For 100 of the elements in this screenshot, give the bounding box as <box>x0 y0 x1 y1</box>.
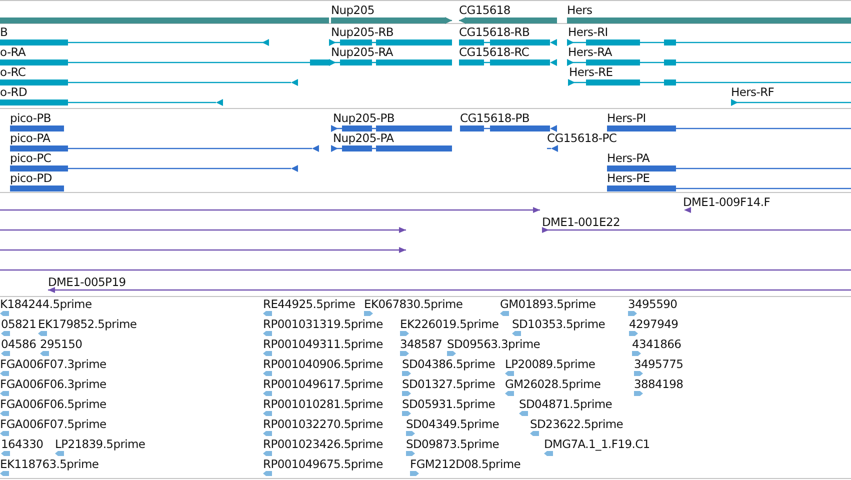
read-label: 164330 <box>1 438 44 451</box>
feature-label: Hers-RF <box>731 86 774 99</box>
protein-glyph[interactable] <box>607 125 851 132</box>
read-glyph[interactable] <box>519 411 528 416</box>
read-glyph[interactable] <box>263 371 272 376</box>
read-glyph[interactable] <box>402 411 411 416</box>
alignment-glyph[interactable] <box>0 247 406 253</box>
read-glyph[interactable] <box>263 311 272 316</box>
read-glyph[interactable] <box>410 471 419 476</box>
protein-glyph[interactable] <box>10 185 64 192</box>
read-glyph[interactable] <box>0 391 9 396</box>
read-glyph[interactable] <box>400 351 409 356</box>
feature-label: Nup205-RB <box>331 26 394 39</box>
read-glyph[interactable] <box>0 471 9 476</box>
read-glyph[interactable] <box>263 331 272 336</box>
read-glyph[interactable] <box>263 431 272 436</box>
protein-glyph[interactable] <box>547 145 558 152</box>
protein-glyph[interactable] <box>10 125 64 132</box>
alignment-glyph[interactable] <box>542 227 851 233</box>
alignment-glyph[interactable] <box>48 287 851 293</box>
transcript-glyph[interactable] <box>459 59 557 66</box>
protein-glyph[interactable] <box>10 165 298 172</box>
read-glyph[interactable] <box>263 451 272 456</box>
read-glyph[interactable] <box>544 451 553 456</box>
transcript-glyph[interactable] <box>567 39 851 46</box>
feature-label: Nup205-RA <box>331 46 393 59</box>
read-glyph[interactable] <box>530 431 539 436</box>
transcript-glyph[interactable] <box>567 59 851 66</box>
read-glyph[interactable] <box>38 331 47 336</box>
protein-glyph[interactable] <box>10 145 319 152</box>
read-label: RP001049617.5prime <box>263 378 383 391</box>
read-label: FGA006F07.5prime <box>0 418 106 431</box>
read-glyph[interactable] <box>263 471 272 476</box>
read-label: EK226019.5prime <box>400 318 499 331</box>
read-label: 04586 <box>1 338 36 351</box>
transcript-glyph[interactable] <box>568 79 851 86</box>
read-glyph[interactable] <box>500 311 509 316</box>
read-glyph[interactable] <box>402 391 411 396</box>
feature-label: CG15618-PC <box>547 132 617 145</box>
read-glyph[interactable] <box>512 331 521 336</box>
read-label: EK067830.5prime <box>364 298 463 311</box>
read-label: 3884198 <box>634 378 684 391</box>
gene-bar[interactable] <box>567 17 851 24</box>
read-glyph[interactable] <box>1 451 10 456</box>
read-glyph[interactable] <box>634 371 643 376</box>
read-glyph[interactable] <box>402 371 411 376</box>
feature-label: o-RA <box>0 46 26 59</box>
feature-label: pico-PD <box>10 172 52 185</box>
alignment-glyph[interactable] <box>0 227 406 233</box>
read-glyph[interactable] <box>447 351 456 356</box>
read-glyph[interactable] <box>364 311 373 316</box>
alignment-glyph[interactable] <box>0 207 540 213</box>
feature-label: Hers-PI <box>607 112 646 125</box>
read-glyph[interactable] <box>634 391 643 396</box>
read-glyph[interactable] <box>1 351 10 356</box>
read-glyph[interactable] <box>0 311 9 316</box>
read-glyph[interactable] <box>406 451 415 456</box>
transcript-glyph[interactable] <box>731 99 851 106</box>
read-glyph[interactable] <box>505 391 514 396</box>
read-glyph[interactable] <box>263 411 272 416</box>
read-glyph[interactable] <box>1 331 10 336</box>
read-glyph[interactable] <box>263 391 272 396</box>
alignment-glyph[interactable] <box>0 267 851 273</box>
read-glyph[interactable] <box>40 351 49 356</box>
transcript-glyph[interactable] <box>0 99 223 106</box>
read-label: RP001032270.5prime <box>263 418 383 431</box>
gene-bar[interactable] <box>331 17 452 24</box>
read-glyph[interactable] <box>505 371 514 376</box>
read-glyph[interactable] <box>628 311 637 316</box>
read-glyph[interactable] <box>400 331 409 336</box>
read-glyph[interactable] <box>0 371 9 376</box>
read-label: SD05931.5prime <box>402 398 496 411</box>
feature-label: Nup205-PA <box>333 132 394 145</box>
read-glyph[interactable] <box>0 411 9 416</box>
alignment-glyph[interactable] <box>684 207 691 213</box>
read-label: SD23622.5prime <box>530 418 624 431</box>
transcript-glyph[interactable] <box>0 39 269 46</box>
read-glyph[interactable] <box>55 451 64 456</box>
feature-label: pico-PC <box>10 152 52 165</box>
protein-glyph[interactable] <box>607 165 851 172</box>
read-label: K184244.5prime <box>0 298 92 311</box>
read-glyph[interactable] <box>632 351 641 356</box>
transcript-glyph[interactable] <box>329 39 452 46</box>
protein-glyph[interactable] <box>460 125 557 132</box>
read-label: 295150 <box>40 338 82 351</box>
protein-glyph[interactable] <box>331 145 452 152</box>
transcript-glyph[interactable] <box>0 79 298 86</box>
protein-glyph[interactable] <box>607 185 851 192</box>
read-glyph[interactable] <box>406 431 415 436</box>
read-glyph[interactable] <box>0 431 9 436</box>
read-label: RP001023426.5prime <box>263 438 383 451</box>
feature-label: B <box>0 26 8 39</box>
gene-bar[interactable] <box>0 17 329 24</box>
transcript-glyph[interactable] <box>329 59 452 66</box>
read-glyph[interactable] <box>629 331 638 336</box>
feature-label: CG15618-RC <box>459 46 530 59</box>
gene-bar[interactable] <box>459 17 557 24</box>
transcript-glyph[interactable] <box>459 39 557 46</box>
protein-glyph[interactable] <box>331 125 452 132</box>
read-glyph[interactable] <box>263 351 272 356</box>
